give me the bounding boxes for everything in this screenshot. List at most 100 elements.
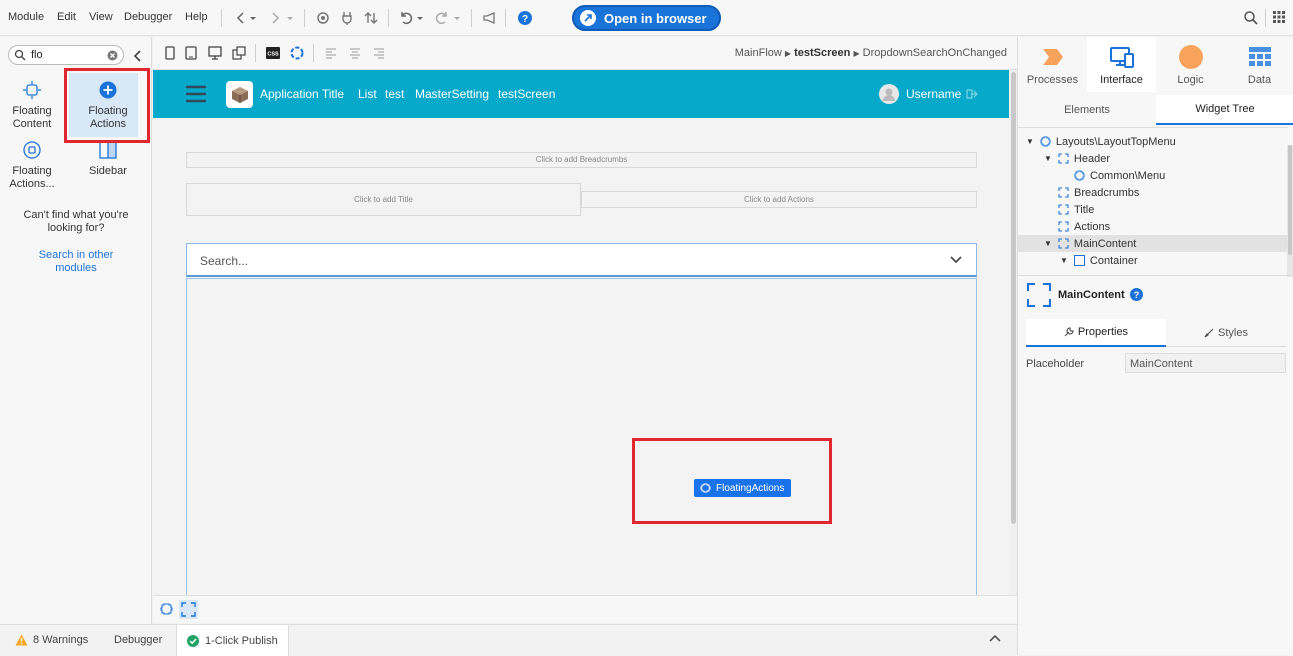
tab-styles[interactable]: Styles xyxy=(1166,319,1286,347)
search-other-modules-link[interactable]: Search in other modules xyxy=(32,249,120,275)
multi-device-icon[interactable] xyxy=(232,46,246,60)
tree-row-header[interactable]: ▼ Header xyxy=(1044,150,1110,167)
clear-search-icon[interactable] xyxy=(107,50,118,61)
tab-styles-label: Styles xyxy=(1218,326,1248,339)
compare-icon[interactable] xyxy=(363,10,379,26)
logout-icon[interactable] xyxy=(966,89,978,99)
widget-floating-content[interactable]: Floating Content xyxy=(0,81,67,131)
canvas-scrollbar-thumb[interactable] xyxy=(1011,72,1016,524)
redo-icon[interactable] xyxy=(434,10,450,26)
tab-logic-label: Logic xyxy=(1177,74,1204,86)
dropdown-search-placeholder: Search... xyxy=(200,254,249,268)
warnings-label: 8 Warnings xyxy=(33,634,89,646)
undo-dropdown-icon[interactable] xyxy=(416,10,424,26)
tree-row-actions[interactable]: Actions xyxy=(1058,218,1110,235)
placeholder-toggle[interactable] xyxy=(179,600,198,619)
widget-sidebar[interactable]: Sidebar xyxy=(73,141,143,178)
debugger-tab[interactable]: Debugger xyxy=(104,625,172,655)
help-icon[interactable]: ? xyxy=(517,10,533,26)
expand-arrow-icon[interactable]: ▼ xyxy=(1026,137,1034,146)
undo-icon[interactable] xyxy=(398,10,414,26)
align-left-icon[interactable] xyxy=(325,47,337,59)
desktop-preview-icon[interactable] xyxy=(208,46,222,60)
apps-grid-icon[interactable] xyxy=(1272,10,1288,26)
property-value-field[interactable]: MainContent xyxy=(1125,353,1286,373)
tab-data[interactable]: Data xyxy=(1225,37,1293,92)
tab-logic[interactable]: Logic xyxy=(1156,37,1225,92)
tab-interface[interactable]: Interface xyxy=(1087,37,1156,92)
tree-label: Title xyxy=(1074,203,1095,216)
chevron-down-icon[interactable] xyxy=(949,255,963,265)
expand-arrow-icon[interactable]: ▼ xyxy=(1060,256,1068,265)
announcement-icon[interactable] xyxy=(482,10,498,26)
forward-icon[interactable] xyxy=(267,10,283,26)
tree-row-common-menu[interactable]: Common\Menu xyxy=(1074,167,1165,184)
css-icon[interactable]: CSS xyxy=(266,47,280,59)
publish-tab[interactable]: 1-Click Publish xyxy=(176,625,289,656)
settings-icon[interactable] xyxy=(315,10,331,26)
placeholder-large-icon xyxy=(1027,283,1051,307)
placeholder-icon xyxy=(1058,221,1069,232)
tab-processes[interactable]: Processes xyxy=(1018,37,1087,92)
redo-dropdown-icon[interactable] xyxy=(453,10,461,26)
open-in-browser-button[interactable]: Open in browser xyxy=(572,5,721,31)
menu-module[interactable]: Module xyxy=(8,11,44,23)
forward-dropdown-icon[interactable] xyxy=(286,10,294,26)
tab-properties[interactable]: Properties xyxy=(1026,319,1166,347)
path-action[interactable]: DropdownSearchOnChanged xyxy=(863,47,1007,59)
nav-link-testscreen[interactable]: testScreen xyxy=(498,87,555,101)
tree-row-title[interactable]: Title xyxy=(1058,201,1094,218)
path-flow[interactable]: MainFlow xyxy=(735,47,782,59)
nav-link-test[interactable]: test xyxy=(385,87,404,101)
tree-row-layout[interactable]: ▼ Layouts\LayoutTopMenu xyxy=(1026,133,1176,150)
help-icon[interactable]: ? xyxy=(1130,288,1143,301)
search-icon[interactable] xyxy=(1243,10,1259,26)
menu-help[interactable]: Help xyxy=(185,11,208,23)
theme-icon[interactable] xyxy=(290,46,304,60)
tree-scrollbar[interactable] xyxy=(1287,145,1293,277)
chevron-up-icon[interactable] xyxy=(989,634,1001,642)
hamburger-menu-icon[interactable] xyxy=(186,85,206,103)
collapse-panel-icon[interactable] xyxy=(133,50,143,62)
menu-edit[interactable]: Edit xyxy=(57,11,76,23)
block-icon[interactable] xyxy=(160,603,173,615)
subtab-widget-tree[interactable]: Widget Tree xyxy=(1156,95,1293,125)
screen-canvas[interactable]: Application Title List test MasterSettin… xyxy=(153,70,1009,595)
tree-scrollbar-thumb[interactable] xyxy=(1288,145,1292,255)
phone-preview-icon[interactable] xyxy=(165,46,175,60)
app-header[interactable]: Application Title List test MasterSettin… xyxy=(153,70,1009,118)
breadcrumbs-placeholder[interactable]: Click to add Breadcrumbs xyxy=(186,152,977,168)
tree-row-breadcrumbs[interactable]: Breadcrumbs xyxy=(1058,184,1139,201)
widget-search-input[interactable]: flo xyxy=(8,45,124,65)
username[interactable]: Username xyxy=(906,87,961,101)
avatar[interactable] xyxy=(879,84,899,104)
widget-tree[interactable]: ▼ Layouts\LayoutTopMenu ▼ Header Common\… xyxy=(1018,127,1288,275)
expand-arrow-icon[interactable]: ▼ xyxy=(1044,154,1052,163)
back-dropdown-icon[interactable] xyxy=(249,10,257,26)
expand-arrow-icon[interactable]: ▼ xyxy=(1044,239,1052,248)
tablet-preview-icon[interactable] xyxy=(185,46,197,60)
back-icon[interactable] xyxy=(233,10,249,26)
subtab-elements[interactable]: Elements xyxy=(1018,95,1156,125)
nav-link-list[interactable]: List xyxy=(358,87,377,101)
dropdown-search[interactable]: Search... xyxy=(186,243,977,277)
menu-view[interactable]: View xyxy=(89,11,113,23)
app-title[interactable]: Application Title xyxy=(260,87,344,101)
sidebar-icon xyxy=(99,141,117,159)
align-center-icon[interactable] xyxy=(349,47,361,59)
title-placeholder[interactable]: Click to add Title xyxy=(186,183,581,216)
nav-link-mastersetting[interactable]: MasterSetting xyxy=(415,87,489,101)
main-content-area[interactable] xyxy=(186,278,977,595)
tab-data-label: Data xyxy=(1247,74,1272,86)
align-right-icon[interactable] xyxy=(373,47,385,59)
menu-debugger[interactable]: Debugger xyxy=(124,11,172,23)
widget-floating-actions-pattern[interactable]: Floating Actions... xyxy=(0,141,67,191)
warnings-tab[interactable]: 8 Warnings xyxy=(5,625,98,655)
tree-row-maincontent[interactable]: ▼ MainContent xyxy=(1044,235,1136,252)
placeholder-icon xyxy=(181,602,196,617)
plug-icon[interactable] xyxy=(339,10,355,26)
path-screen[interactable]: testScreen xyxy=(794,47,850,59)
actions-placeholder[interactable]: Click to add Actions xyxy=(581,191,977,208)
tree-row-container[interactable]: ▼ Container xyxy=(1060,252,1138,269)
tree-label: Layouts\LayoutTopMenu xyxy=(1055,135,1176,148)
